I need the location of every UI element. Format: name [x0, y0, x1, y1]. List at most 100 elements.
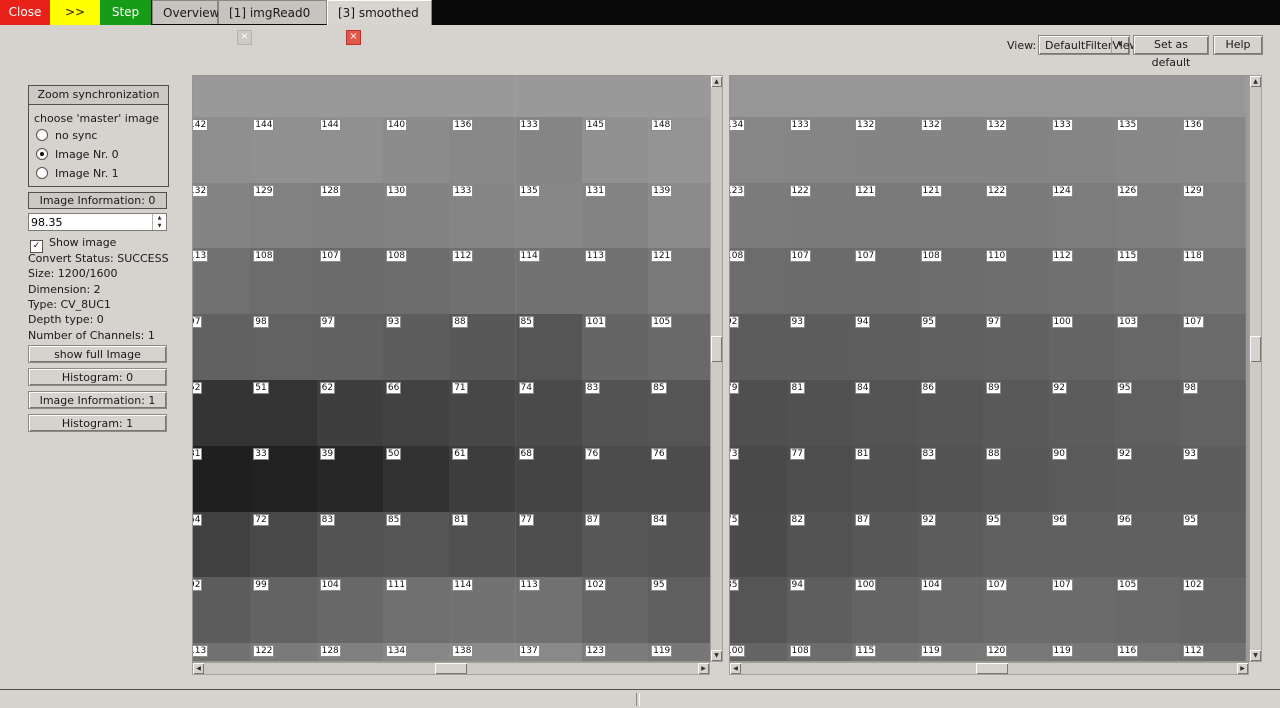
pixel-value-label: 112 [1183, 645, 1204, 657]
pixel-value-label: 118 [1183, 250, 1204, 262]
pixel-cell: 110 [983, 248, 1050, 315]
pixel-cell: 132 [192, 183, 251, 250]
image-viewport-1[interactable]: 1341331321321321331351361231221211211221… [729, 75, 1250, 662]
radio-image-0[interactable]: Image Nr. 0 [36, 148, 119, 162]
convert-status-text: Convert Status: SUCCESS [28, 252, 188, 267]
pixel-cell: 97 [317, 314, 384, 381]
vertical-scrollbar-0[interactable]: ▲ ▼ [710, 75, 723, 662]
scrollbar-thumb[interactable] [976, 663, 1008, 674]
histogram-0-button[interactable]: Histogram: 0 [28, 368, 167, 386]
pixel-cell: 100 [729, 643, 788, 662]
pixel-cell: 95 [648, 577, 711, 644]
help-button[interactable]: Help [1213, 35, 1263, 55]
view-label: View: [1007, 39, 1036, 52]
pixel-cell: 92 [1049, 380, 1116, 447]
tab-close-icon[interactable]: × [346, 30, 361, 45]
spin-down-icon[interactable]: ▼ [153, 222, 166, 230]
pixel-cell: 111 [383, 577, 450, 644]
pixel-cell: 84 [852, 380, 919, 447]
pixel-cell: 97 [192, 314, 251, 381]
spin-up-icon[interactable]: ▲ [153, 214, 166, 222]
image-information-1-button[interactable]: Image Information: 1 [28, 391, 167, 409]
tab-imgread0[interactable]: [1] imgRead0× [218, 0, 327, 24]
zoom-value-spinbox[interactable]: ▲ ▼ [28, 213, 167, 231]
pixel-cell: 93 [383, 314, 450, 381]
scrollbar-thumb[interactable] [1250, 336, 1261, 362]
pixel-cell: 88 [983, 446, 1050, 513]
pixel-value-label: 126 [1117, 185, 1138, 197]
scroll-down-icon[interactable]: ▼ [711, 650, 722, 661]
show-image-checkbox-row[interactable]: ✓Show image [30, 236, 116, 249]
image-information-0-header[interactable]: Image Information: 0 [28, 192, 167, 209]
histogram-1-button[interactable]: Histogram: 1 [28, 414, 167, 432]
pixel-cell: 95 [1114, 380, 1181, 447]
pixel-cell: 66 [383, 380, 450, 447]
view-filter-select[interactable]: DefaultFilterView ▼ [1038, 35, 1130, 55]
pixel-cell: 99 [250, 577, 317, 644]
tab-smoothed[interactable]: [3] smoothed× [327, 0, 432, 25]
tab-overview[interactable]: Overview [152, 0, 218, 24]
pixel-cell: 145 [582, 117, 649, 184]
scroll-up-icon[interactable]: ▲ [1250, 76, 1261, 87]
pixel-value-label: 122 [986, 185, 1007, 197]
show-full-image-button[interactable]: show full Image [28, 345, 167, 363]
set-as-default-button[interactable]: Set as default [1133, 35, 1209, 55]
pixel-cell: 135 [516, 183, 583, 250]
pixel-value-label: 119 [1052, 645, 1073, 657]
zoom-value-input[interactable] [31, 215, 143, 229]
check-icon: ✓ [33, 241, 41, 251]
radio-icon[interactable] [36, 167, 48, 179]
pixel-value-label: 92 [729, 316, 739, 328]
pixel-value-label: 105 [1117, 579, 1138, 591]
pixel-value-label: 81 [855, 448, 870, 460]
scroll-down-icon[interactable]: ▼ [1250, 650, 1261, 661]
pixel-cell: 72 [250, 512, 317, 579]
radio-no-sync[interactable]: no sync [36, 129, 97, 143]
pixel-cell: 122 [983, 183, 1050, 250]
pixel-value-label: 94 [790, 579, 805, 591]
pixel-value-label: 135 [519, 185, 540, 197]
pixel-value-label: 120 [986, 645, 1007, 657]
pixel-cell: 77 [787, 446, 854, 513]
pixel-value-label: 85 [386, 514, 401, 526]
radio-icon[interactable] [36, 129, 48, 141]
scrollbar-thumb[interactable] [711, 336, 722, 362]
pixel-value-label: 133 [790, 119, 811, 131]
horizontal-scrollbar-0[interactable]: ◀ ▶ [192, 662, 710, 675]
tab-close-icon[interactable]: × [237, 30, 252, 45]
pixel-value-label: 92 [192, 579, 202, 591]
vertical-scrollbar-1[interactable]: ▲ ▼ [1249, 75, 1262, 662]
pixel-cell: 100 [1049, 314, 1116, 381]
close-button[interactable]: Close [0, 0, 50, 25]
pixel-value-label: 83 [585, 382, 600, 394]
radio-label: no sync [55, 129, 97, 142]
pixel-cell: 71 [449, 380, 516, 447]
scrollbar-thumb[interactable] [435, 663, 467, 674]
pixel-value-label: 144 [253, 119, 274, 131]
pixel-value-label: 108 [921, 250, 942, 262]
chevron-down-icon[interactable]: ▼ [1111, 37, 1128, 53]
radio-icon[interactable] [36, 148, 48, 160]
scroll-right-icon[interactable]: ▶ [698, 663, 709, 674]
scroll-left-icon[interactable]: ◀ [730, 663, 741, 674]
pixel-value-label: 102 [1183, 579, 1204, 591]
pixel-value-label: 132 [192, 185, 208, 197]
scroll-up-icon[interactable]: ▲ [711, 76, 722, 87]
scroll-right-icon[interactable]: ▶ [1237, 663, 1248, 674]
pixel-cell: 108 [250, 248, 317, 315]
pixel-value-label: 92 [1117, 448, 1132, 460]
scroll-left-icon[interactable]: ◀ [193, 663, 204, 674]
horizontal-scrollbar-1[interactable]: ◀ ▶ [729, 662, 1249, 675]
pixel-value-label: 85 [651, 382, 666, 394]
pixel-value-label: 114 [519, 250, 540, 262]
pixel-cell: 108 [918, 248, 985, 315]
radio-image-1[interactable]: Image Nr. 1 [36, 167, 119, 181]
zoom-sync-header[interactable]: Zoom synchronization [29, 86, 168, 105]
step-button[interactable]: Step [100, 0, 151, 25]
pixel-value-label: 122 [253, 645, 274, 657]
pixel-cell: 129 [1180, 183, 1247, 250]
fast-forward-button[interactable]: >> [50, 0, 100, 25]
pixel-value-label: 107 [320, 250, 341, 262]
image-viewport-0[interactable]: 1421441441401361331451481321291281301331… [192, 75, 711, 662]
pixel-cell: 101 [582, 314, 649, 381]
